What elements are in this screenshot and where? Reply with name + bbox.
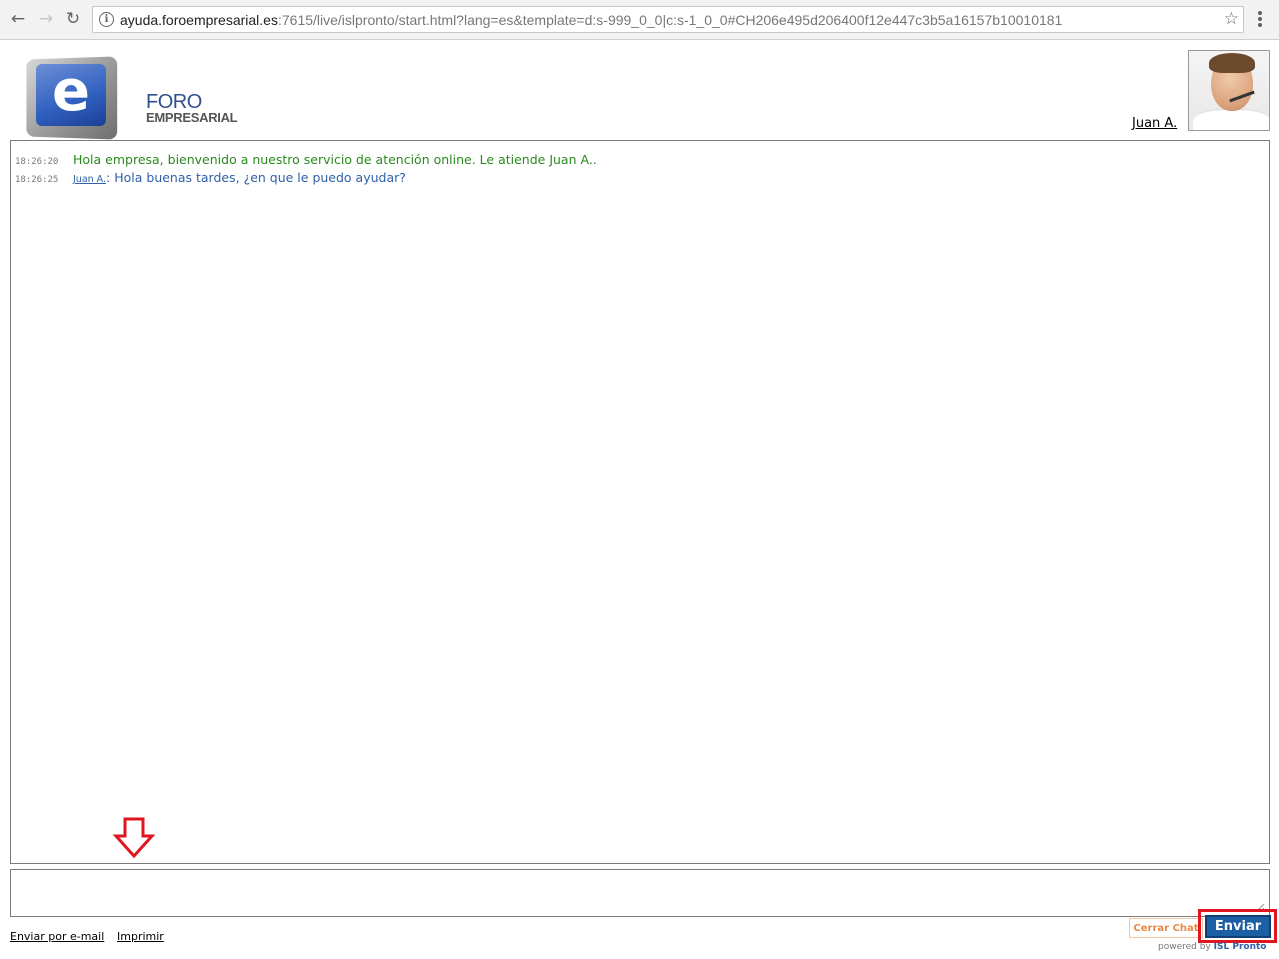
logo-subtitle: EMPRESARIAL xyxy=(146,110,238,125)
close-chat-button[interactable]: Cerrar Chat xyxy=(1129,918,1203,938)
back-arrow-icon[interactable]: ← xyxy=(7,8,29,30)
powered-by-brand[interactable]: ISL Pronto xyxy=(1214,942,1267,952)
send-button[interactable]: Enviar xyxy=(1205,915,1271,938)
url-text[interactable]: ayuda.foroempresarial.es:7615/live/islpr… xyxy=(120,12,1062,28)
chat-message: 18:26:25 Juan A.: Hola buenas tardes, ¿en… xyxy=(15,167,406,186)
logo-title: FORO xyxy=(146,91,202,113)
message-text: Hola empresa, bienvenido a nuestro servi… xyxy=(73,152,597,167)
logo-screen: e xyxy=(36,64,106,126)
agent-avatar xyxy=(1188,50,1270,131)
company-logo: e FORO EMPRESARIAL xyxy=(20,56,260,142)
message-text: : Hola buenas tardes, ¿en que le puedo a… xyxy=(106,170,406,185)
powered-by: powered by ISL Pronto xyxy=(1158,942,1266,952)
powered-by-prefix: powered by xyxy=(1158,942,1211,952)
star-icon[interactable]: ☆ xyxy=(1224,9,1239,29)
info-icon[interactable]: i xyxy=(99,12,114,27)
message-sender-link[interactable]: Juan A. xyxy=(73,174,106,185)
kebab-menu-icon[interactable] xyxy=(1255,9,1265,29)
agent-name-link[interactable]: Juan A. xyxy=(1132,116,1177,131)
address-bar[interactable]: i ayuda.foroempresarial.es:7615/live/isl… xyxy=(92,6,1244,33)
url-path: :7615/live/islpronto/start.html?lang=es&… xyxy=(277,11,1063,28)
annotation-down-arrow-icon xyxy=(112,817,156,859)
message-input[interactable] xyxy=(10,869,1270,917)
url-host: ayuda.foroempresarial.es xyxy=(120,11,278,28)
reload-icon[interactable]: ↻ xyxy=(62,8,84,30)
chat-message: 18:26:20 Hola empresa, bienvenido a nuest… xyxy=(15,149,597,168)
email-transcript-link[interactable]: Enviar por e-mail xyxy=(10,930,104,943)
print-link[interactable]: Imprimir xyxy=(117,930,164,943)
message-timestamp: 18:26:25 xyxy=(15,175,59,185)
browser-toolbar: ← → ↻ i ayuda.foroempresarial.es:7615/li… xyxy=(0,0,1279,40)
chat-transcript[interactable]: 18:26:20 Hola empresa, bienvenido a nuest… xyxy=(10,140,1270,864)
message-timestamp: 18:26:20 xyxy=(15,157,59,167)
forward-arrow-icon[interactable]: → xyxy=(35,8,57,30)
logo-letter: e xyxy=(52,59,90,124)
